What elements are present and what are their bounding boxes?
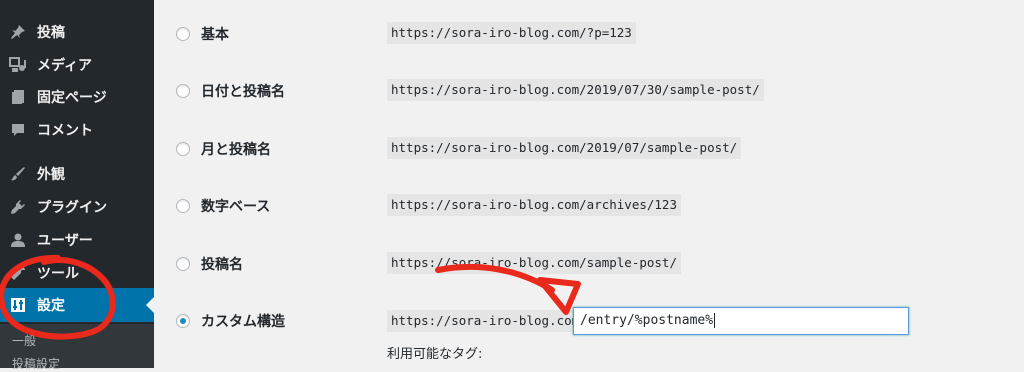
radio-button[interactable] xyxy=(176,142,190,156)
option-label: 基本 xyxy=(201,27,229,43)
comment-icon xyxy=(9,121,27,139)
page-icon xyxy=(9,88,27,106)
sidebar-item-media[interactable]: メディア xyxy=(0,48,154,82)
example-url: https://sora-iro-blog.com/?p=123 xyxy=(387,22,636,44)
option-label: カスタム構造 xyxy=(201,314,285,330)
sidebar-item-label: メディア xyxy=(37,58,93,74)
example-url: https://sora-iro-blog.com/2019/07/30/sam… xyxy=(387,79,764,101)
sidebar-item-label: 設定 xyxy=(37,298,65,314)
radio-dot xyxy=(180,318,186,324)
example-url: https://sora-iro-blog.com/2019/07/sample… xyxy=(387,137,742,159)
custom-structure-input[interactable]: /entry/%postname% xyxy=(573,307,909,335)
sidebar-item-pages[interactable]: 固定ページ xyxy=(0,80,154,114)
sidebar-item-users[interactable]: ユーザー xyxy=(0,223,154,257)
radio-button[interactable] xyxy=(176,27,190,41)
text-caret xyxy=(714,313,716,328)
custom-structure-prefix: https://sora-iro-blog.com xyxy=(387,310,584,332)
available-tags-label: 利用可能なタグ: xyxy=(387,347,483,362)
plugin-icon xyxy=(9,198,27,216)
sidebar-item-label: ツール xyxy=(37,266,79,282)
permalink-option-day-name[interactable]: 日付と投稿名 xyxy=(176,77,285,105)
example-url: https://sora-iro-blog.com/archives/123 xyxy=(387,194,681,216)
permalink-option-post-name[interactable]: 投稿名 xyxy=(176,250,243,278)
sidebar-item-label: 外観 xyxy=(37,167,65,183)
admin-sidebar: 投稿 メディア 固定ページ コメント 外観 プラグイン ユーザー ツール 設定 … xyxy=(0,0,154,371)
radio-button-selected[interactable] xyxy=(176,314,190,328)
radio-button[interactable] xyxy=(176,199,190,213)
permalink-option-custom[interactable]: カスタム構造 xyxy=(176,307,285,335)
active-indicator-arrow xyxy=(146,297,154,313)
option-label: 日付と投稿名 xyxy=(201,84,285,100)
media-icon xyxy=(9,56,27,74)
sidebar-item-label: 固定ページ xyxy=(37,90,107,106)
submenu-item-general[interactable]: 一般 xyxy=(12,332,36,349)
sidebar-item-plugins[interactable]: プラグイン xyxy=(0,190,154,224)
sidebar-item-tools[interactable]: ツール xyxy=(0,256,154,290)
sidebar-item-appearance[interactable]: 外観 xyxy=(0,157,154,191)
sidebar-item-label: ユーザー xyxy=(37,233,93,249)
submenu-item-writing[interactable]: 投稿設定 xyxy=(12,355,60,372)
sidebar-item-comments[interactable]: コメント xyxy=(0,113,154,147)
settings-submenu: 一般 投稿設定 xyxy=(0,324,154,371)
custom-structure-value: /entry/%postname% xyxy=(580,313,714,328)
permalink-option-numeric[interactable]: 数字ベース xyxy=(176,192,270,220)
radio-button[interactable] xyxy=(176,257,190,271)
sidebar-item-label: コメント xyxy=(37,123,93,139)
option-label: 投稿名 xyxy=(201,257,243,273)
sidebar-item-posts[interactable]: 投稿 xyxy=(0,15,154,49)
pushpin-icon xyxy=(9,23,27,41)
sidebar-item-label: プラグイン xyxy=(37,200,107,216)
option-label: 数字ベース xyxy=(201,199,271,215)
wrench-icon xyxy=(9,264,27,282)
example-url: https://sora-iro-blog.com/sample-post/ xyxy=(387,252,681,274)
permalink-option-plain[interactable]: 基本 xyxy=(176,20,229,48)
sidebar-item-label: 投稿 xyxy=(37,25,65,41)
brush-icon xyxy=(9,165,27,183)
permalink-option-month-name[interactable]: 月と投稿名 xyxy=(176,135,271,163)
radio-button[interactable] xyxy=(176,84,190,98)
sidebar-item-settings[interactable]: 設定 xyxy=(0,288,154,322)
option-label: 月と投稿名 xyxy=(201,142,271,158)
settings-icon xyxy=(9,296,27,314)
user-icon xyxy=(9,231,27,249)
